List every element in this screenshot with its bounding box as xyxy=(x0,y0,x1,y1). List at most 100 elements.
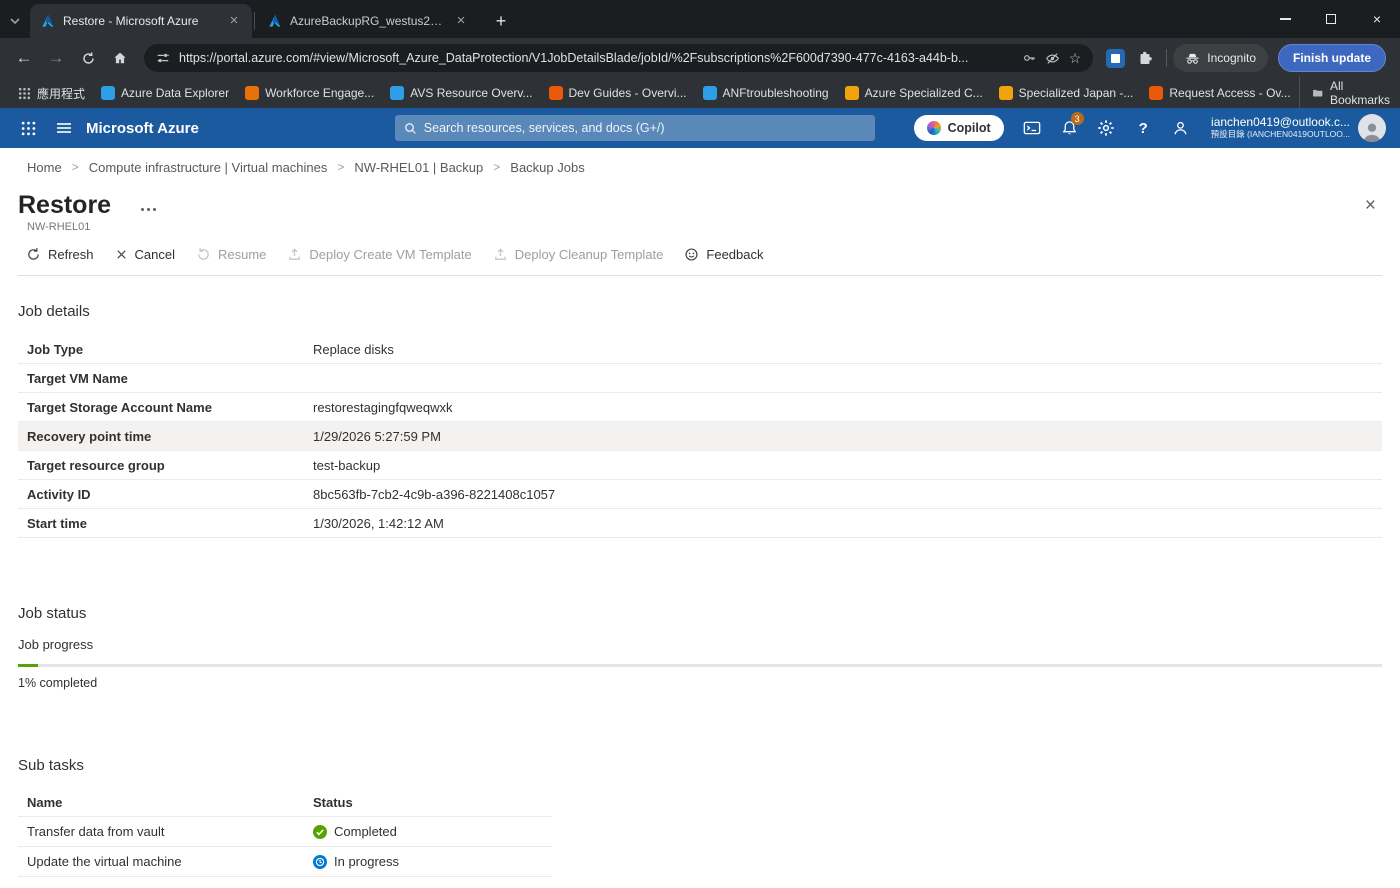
job-details-table: Job Type Replace disks Target VM Name Ta… xyxy=(18,335,1382,538)
more-options-icon[interactable] xyxy=(141,207,157,211)
home-icon xyxy=(114,52,126,64)
extensions-puzzle-icon[interactable] xyxy=(1130,43,1160,73)
all-bookmarks-button[interactable]: All Bookmarks xyxy=(1298,76,1400,110)
browser-toolbar: ← → https://portal.azure.com/#view/Micro… xyxy=(0,38,1400,78)
waffle-menu-icon[interactable] xyxy=(10,108,46,148)
job-status-heading: Job status xyxy=(18,605,87,622)
resume-button[interactable]: Resume xyxy=(188,243,274,266)
feedback-button-blade[interactable]: Feedback xyxy=(676,243,771,266)
browser-tab-active[interactable]: Restore - Microsoft Azure × xyxy=(30,4,252,38)
breadcrumb-separator: > xyxy=(337,160,345,174)
settings-button[interactable] xyxy=(1088,108,1125,148)
portal-content: Home > Compute infrastructure | Virtual … xyxy=(0,148,1400,888)
bookmark-label: Specialized Japan -... xyxy=(1018,86,1134,100)
site-info-icon[interactable] xyxy=(156,51,170,65)
reload-button[interactable] xyxy=(72,42,104,74)
avatar[interactable] xyxy=(1358,114,1386,142)
azure-brand[interactable]: Microsoft Azure xyxy=(86,120,199,137)
status-text: In progress xyxy=(334,854,400,869)
bookmark-item[interactable]: Workforce Engage... xyxy=(237,83,382,103)
portal-header-tools: 3 ? xyxy=(1014,108,1199,148)
copilot-button[interactable]: Copilot xyxy=(913,115,1004,141)
deploy-icon xyxy=(287,247,302,262)
browser-tab-inactive[interactable]: AzureBackupRG_westus2_1 - M... × xyxy=(257,4,479,38)
detail-row-job-type: Job Type Replace disks xyxy=(18,335,1382,364)
bookmark-item[interactable]: Azure Specialized C... xyxy=(837,83,991,103)
toolbar-divider xyxy=(1166,49,1168,67)
feedback-smiley-icon xyxy=(684,247,699,262)
bookmark-item[interactable]: AVS Resource Overv... xyxy=(382,83,540,103)
breadcrumb-backup-jobs[interactable]: Backup Jobs xyxy=(510,160,584,175)
url-bar[interactable]: https://portal.azure.com/#view/Microsoft… xyxy=(144,44,1094,72)
deploy-create-vm-template-button[interactable]: Deploy Create VM Template xyxy=(279,243,479,266)
detail-row-target-vm-name: Target VM Name xyxy=(18,364,1382,393)
cloud-shell-button[interactable] xyxy=(1014,108,1051,148)
sub-tasks-heading: Sub tasks xyxy=(18,757,84,774)
incognito-label: Incognito xyxy=(1207,51,1256,65)
azure-favicon-icon xyxy=(266,13,282,29)
bookmark-item[interactable]: Request Access - Ov... xyxy=(1141,83,1298,103)
detail-row-recovery-point-time: Recovery point time 1/29/2026 5:27:59 PM xyxy=(18,422,1382,451)
progress-percent-text: 1% completed xyxy=(18,676,98,690)
tab-search-button[interactable] xyxy=(0,4,30,38)
progress-fill xyxy=(18,664,39,667)
cancel-button[interactable]: Cancel xyxy=(107,243,183,266)
blade-header: Restore × NW-RHEL01 xyxy=(0,186,1400,233)
pinned-extension-icon[interactable] xyxy=(1106,48,1126,68)
folder-icon xyxy=(1312,89,1322,97)
url-text: https://portal.azure.com/#view/Microsoft… xyxy=(179,51,969,65)
bookmark-favicon-icon xyxy=(548,86,563,100)
cancel-x-icon xyxy=(115,248,128,261)
blade-close-icon[interactable]: × xyxy=(1365,196,1376,215)
bookmark-label: AVS Resource Overv... xyxy=(410,86,533,100)
help-button[interactable]: ? xyxy=(1125,108,1162,148)
hamburger-menu-icon[interactable] xyxy=(46,108,82,148)
bookmark-label: Request Access - Ov... xyxy=(1169,86,1291,100)
eye-off-icon[interactable] xyxy=(1045,51,1060,66)
search-input[interactable] xyxy=(423,121,866,135)
bookmark-item[interactable]: Dev Guides - Overvi... xyxy=(541,83,695,103)
bookmark-apps[interactable]: 應用程式 xyxy=(10,82,93,105)
page-subtitle: NW-RHEL01 xyxy=(27,221,91,233)
new-tab-button[interactable]: + xyxy=(487,7,515,35)
notification-count-badge: 3 xyxy=(1070,112,1084,125)
password-key-icon[interactable] xyxy=(1022,51,1036,65)
tab-close-icon[interactable]: × xyxy=(452,12,470,30)
forward-button[interactable]: → xyxy=(40,42,72,74)
page-title: Restore xyxy=(18,191,112,219)
refresh-button[interactable]: Refresh xyxy=(18,243,102,266)
home-button[interactable] xyxy=(104,42,136,74)
bookmark-item[interactable]: ANFtroubleshooting xyxy=(695,83,837,103)
account-info[interactable]: ianchen0419@outlook.c... 預設目錄 (IANCHEN04… xyxy=(1211,116,1350,140)
back-button[interactable]: ← xyxy=(8,42,40,74)
copilot-icon xyxy=(926,121,941,135)
breadcrumb-compute-infrastructure[interactable]: Compute infrastructure | Virtual machine… xyxy=(89,160,328,175)
window-minimize-button[interactable] xyxy=(1262,0,1308,38)
detail-row-target-resource-group: Target resource group test-backup xyxy=(18,451,1382,480)
tab-close-icon[interactable]: × xyxy=(225,12,243,30)
browser-tab-strip: Restore - Microsoft Azure × AzureBackupR… xyxy=(0,0,1400,38)
window-close-button[interactable]: × xyxy=(1354,0,1400,38)
global-search-box[interactable] xyxy=(394,115,875,141)
breadcrumb: Home > Compute infrastructure | Virtual … xyxy=(0,148,1400,186)
blade-content: Job details Job Type Replace disks Targe… xyxy=(0,276,1400,888)
bookmarks-bar: 應用程式 Azure Data Explorer Workforce Engag… xyxy=(0,76,1400,110)
feedback-button[interactable] xyxy=(1162,108,1199,148)
breadcrumb-vm-backup[interactable]: NW-RHEL01 | Backup xyxy=(354,160,483,175)
window-maximize-button[interactable] xyxy=(1308,0,1354,38)
job-progress-label: Job progress xyxy=(18,637,94,652)
notifications-button[interactable]: 3 xyxy=(1051,108,1088,148)
bookmark-label: Dev Guides - Overvi... xyxy=(568,86,687,100)
detail-row-activity-id: Activity ID 8bc563fb-7cb2-4c9b-a396-8221… xyxy=(18,480,1382,509)
bookmark-star-icon[interactable]: ☆ xyxy=(1069,51,1082,65)
bookmark-item[interactable]: Azure Data Explorer xyxy=(93,83,237,103)
bookmark-item[interactable]: Specialized Japan -... xyxy=(991,83,1142,103)
deploy-icon xyxy=(493,247,508,262)
breadcrumb-home[interactable]: Home xyxy=(27,160,62,175)
finish-update-button[interactable]: Finish update xyxy=(1278,44,1386,72)
deploy-cleanup-template-button[interactable]: Deploy Cleanup Template xyxy=(485,243,672,266)
cloud-shell-icon xyxy=(1023,121,1041,135)
bookmark-label: 應用程式 xyxy=(37,86,86,101)
status-completed-icon xyxy=(313,824,327,839)
tab-separator xyxy=(254,12,255,30)
